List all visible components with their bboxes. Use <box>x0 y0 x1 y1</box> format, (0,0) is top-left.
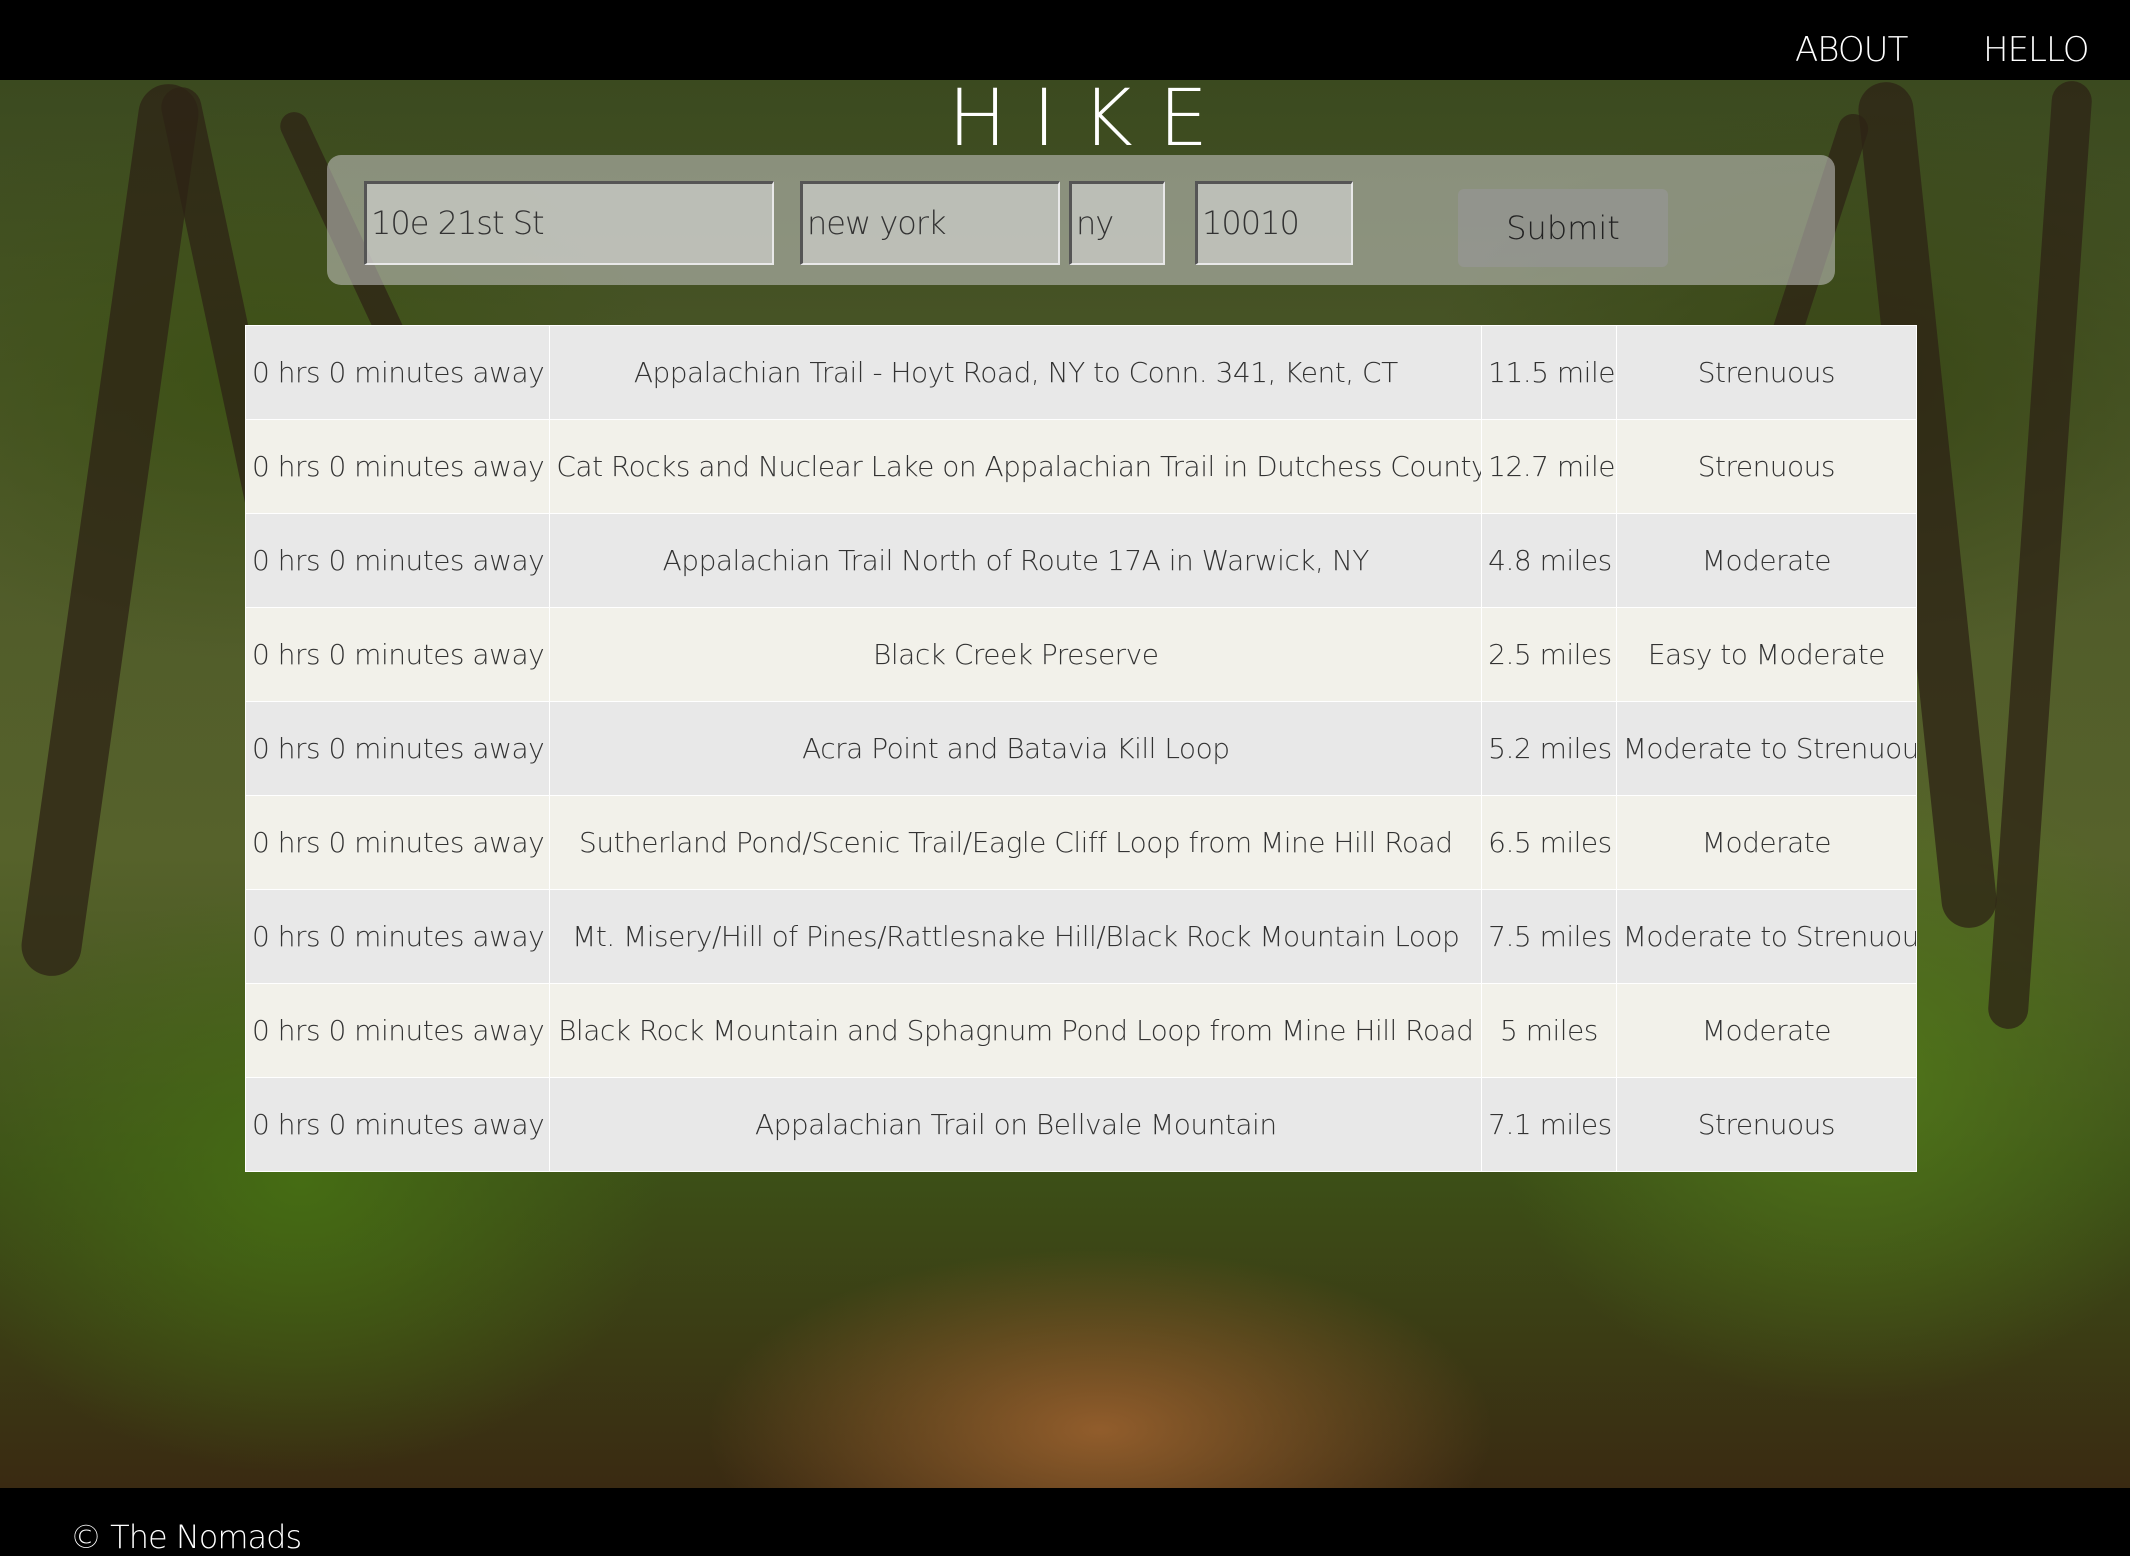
city-input[interactable]: new york <box>800 181 1060 265</box>
table-row: 0 hrs 0 minutes away Cat Rocks and Nucle… <box>244 419 1918 514</box>
trails-table: 0 hrs 0 minutes away Appalachian Trail -… <box>244 325 1918 1172</box>
distance-cell: 4.8 miles <box>1481 513 1617 608</box>
trail-name-cell[interactable]: Sutherland Pond/Scenic Trail/Eagle Cliff… <box>549 795 1483 890</box>
page-footer: © The Nomads <box>0 1488 2130 1556</box>
copyright-text: © The Nomads <box>70 1518 302 1556</box>
table-row: 0 hrs 0 minutes away Appalachian Trail N… <box>244 513 1918 608</box>
trail-name-cell[interactable]: Appalachian Trail on Bellvale Mountain <box>549 1077 1483 1172</box>
nav-hello-link[interactable]: HELLO <box>1983 30 2089 70</box>
nav-about-link[interactable]: ABOUT <box>1795 30 1908 70</box>
distance-cell: 7.1 miles <box>1481 1077 1617 1172</box>
travel-time-cell: 0 hrs 0 minutes away <box>244 513 551 608</box>
zip-input[interactable]: 10010 <box>1195 181 1353 265</box>
distance-cell: 6.5 miles <box>1481 795 1617 890</box>
trail-name-cell[interactable]: Appalachian Trail North of Route 17A in … <box>549 513 1483 608</box>
difficulty-cell: Strenuous <box>1615 419 1918 514</box>
trail-name-cell[interactable]: Black Creek Preserve <box>549 607 1483 702</box>
travel-time-cell: 0 hrs 0 minutes away <box>244 607 551 702</box>
table-row: 0 hrs 0 minutes away Appalachian Trail -… <box>244 325 1918 420</box>
difficulty-cell: Strenuous <box>1615 325 1918 420</box>
trail-name-cell[interactable]: Black Rock Mountain and Sphagnum Pond Lo… <box>549 983 1483 1078</box>
trail-name-cell[interactable]: Mt. Misery/Hill of Pines/Rattlesnake Hil… <box>549 889 1483 984</box>
page-title: HIKE <box>947 74 1235 164</box>
top-nav-bar: ABOUT HELLO <box>0 0 2130 80</box>
difficulty-cell: Strenuous <box>1615 1077 1918 1172</box>
distance-cell: 7.5 miles <box>1481 889 1617 984</box>
table-row: 0 hrs 0 minutes away Appalachian Trail o… <box>244 1077 1918 1172</box>
distance-cell: 2.5 miles <box>1481 607 1617 702</box>
submit-button[interactable]: Submit <box>1458 189 1668 267</box>
difficulty-cell: Moderate to Strenuous <box>1615 701 1918 796</box>
table-row: 0 hrs 0 minutes away Sutherland Pond/Sce… <box>244 795 1918 890</box>
travel-time-cell: 0 hrs 0 minutes away <box>244 701 551 796</box>
trail-name-cell[interactable]: Acra Point and Batavia Kill Loop <box>549 701 1483 796</box>
distance-cell: 5 miles <box>1481 983 1617 1078</box>
table-row: 0 hrs 0 minutes away Black Rock Mountain… <box>244 983 1918 1078</box>
table-row: 0 hrs 0 minutes away Acra Point and Bata… <box>244 701 1918 796</box>
table-row: 0 hrs 0 minutes away Mt. Misery/Hill of … <box>244 889 1918 984</box>
travel-time-cell: 0 hrs 0 minutes away <box>244 889 551 984</box>
address-form: 10e 21st St new york ny 10010 Submit <box>327 155 1835 285</box>
difficulty-cell: Moderate to Strenuous <box>1615 889 1918 984</box>
distance-cell: 11.5 miles <box>1481 325 1617 420</box>
difficulty-cell: Moderate <box>1615 795 1918 890</box>
distance-cell: 5.2 miles <box>1481 701 1617 796</box>
street-input[interactable]: 10e 21st St <box>364 181 774 265</box>
travel-time-cell: 0 hrs 0 minutes away <box>244 1077 551 1172</box>
travel-time-cell: 0 hrs 0 minutes away <box>244 795 551 890</box>
travel-time-cell: 0 hrs 0 minutes away <box>244 325 551 420</box>
table-row: 0 hrs 0 minutes away Black Creek Preserv… <box>244 607 1918 702</box>
difficulty-cell: Moderate <box>1615 513 1918 608</box>
trail-name-cell[interactable]: Appalachian Trail - Hoyt Road, NY to Con… <box>549 325 1483 420</box>
distance-cell: 12.7 miles <box>1481 419 1617 514</box>
travel-time-cell: 0 hrs 0 minutes away <box>244 983 551 1078</box>
travel-time-cell: 0 hrs 0 minutes away <box>244 419 551 514</box>
difficulty-cell: Moderate <box>1615 983 1918 1078</box>
difficulty-cell: Easy to Moderate <box>1615 607 1918 702</box>
trail-name-cell[interactable]: Cat Rocks and Nuclear Lake on Appalachia… <box>549 419 1483 514</box>
state-input[interactable]: ny <box>1069 181 1165 265</box>
